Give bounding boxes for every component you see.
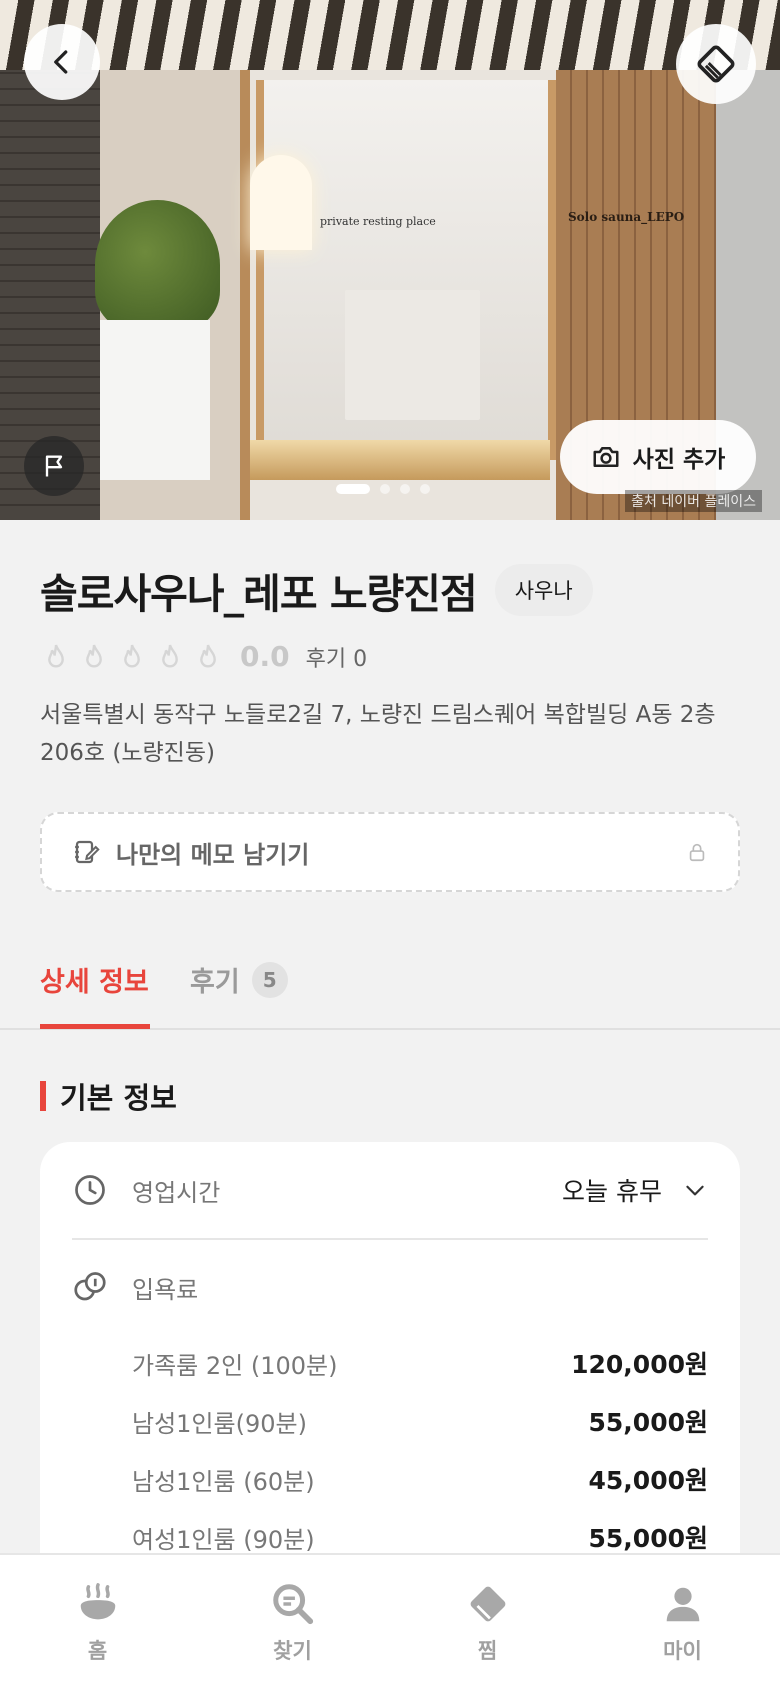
flame-icon	[162, 644, 178, 668]
nav-search[interactable]: 찾기	[195, 1555, 390, 1688]
user-icon	[666, 1587, 699, 1622]
carousel-dot-1	[336, 484, 370, 494]
fee-label: 입욕료	[132, 1275, 199, 1304]
lock-icon	[689, 843, 705, 862]
memo-edit-icon	[75, 840, 100, 864]
fee-name: 가족룸 2인 (100분)	[132, 1351, 338, 1380]
place-title: 솔로사우나_레포 노량진점	[40, 570, 478, 618]
section-title: 기본 정보	[60, 1081, 177, 1115]
flame-icon	[200, 644, 216, 668]
tab-reviews-label: 후기	[190, 967, 240, 998]
search-icon	[272, 1584, 313, 1625]
flame-rating	[40, 641, 224, 673]
nav-saved-label: 찜	[477, 1639, 498, 1663]
nav-saved[interactable]: 찜	[390, 1555, 585, 1688]
fee-name: 남성1인룸 (60분)	[132, 1467, 315, 1496]
business-hours-row[interactable]: 영업시간 오늘 휴무	[72, 1142, 708, 1240]
back-button[interactable]	[24, 24, 100, 100]
hours-value: 오늘 휴무	[562, 1177, 662, 1206]
basic-info-card: 영업시간 오늘 휴무 입욕료 가족룸 2인 (100분) 120,000원 남성…	[40, 1142, 740, 1602]
flame-icon	[48, 644, 64, 668]
nav-home-label: 홈	[87, 1639, 108, 1663]
photo-sign-text: private resting place	[320, 215, 436, 228]
carousel-dot-4	[420, 484, 430, 494]
hot-spring-icon	[80, 1583, 115, 1620]
address: 서울특별시 동작구 노들로2길 7, 노량진 드림스퀘어 복합빌딩 A동 2층 …	[40, 702, 716, 766]
add-photo-label: 사진 추가	[632, 447, 726, 473]
photo-brand-text: Solo sauna_LEPO	[568, 210, 685, 224]
hours-label: 영업시간	[132, 1178, 221, 1207]
fee-name: 여성1인룸 (90분)	[132, 1525, 315, 1554]
active-tab-indicator	[40, 1024, 150, 1029]
rating-score: 0.0	[240, 640, 290, 673]
tab-reviews[interactable]: 후기 5	[190, 960, 288, 999]
chevron-down-icon	[686, 1185, 704, 1196]
chevron-left-icon	[54, 50, 68, 74]
fee-price: 120,000원	[571, 1350, 708, 1379]
fee-row: 남성1인룸(90분) 55,000원	[72, 1392, 708, 1450]
clock-icon	[75, 1175, 105, 1205]
bottom-navigation: 홈 찾기 찜 마이	[0, 1553, 780, 1688]
category-badge: 사우나	[494, 564, 593, 616]
camera-icon	[593, 447, 619, 467]
photo-source-label: 출처 네이버 플레이스	[625, 490, 762, 512]
carousel-dot-3	[400, 484, 410, 494]
section-basic-info: 기본 정보	[40, 1075, 177, 1117]
tag-icon	[470, 1586, 505, 1622]
nav-home[interactable]: 홈	[0, 1555, 195, 1688]
section-accent-bar	[40, 1081, 46, 1111]
tab-detail[interactable]: 상세 정보	[40, 960, 149, 999]
carousel-indicator	[336, 484, 430, 494]
review-count-link[interactable]: 후기 0	[306, 641, 367, 673]
admission-fee-header: 입욕료	[72, 1240, 708, 1334]
memo-label: 나만의 메모 남기기	[116, 840, 310, 869]
flame-icon	[124, 644, 140, 668]
memo-button[interactable]: 나만의 메모 남기기	[40, 812, 740, 892]
fee-row: 남성1인룸 (60분) 45,000원	[72, 1450, 708, 1508]
place-header: 솔로사우나_레포 노량진점 사우나	[40, 560, 593, 620]
nav-search-label: 찾기	[273, 1639, 312, 1663]
carousel-dot-2	[380, 484, 390, 494]
add-photo-button[interactable]: 사진 추가	[560, 420, 756, 494]
nav-my[interactable]: 마이	[585, 1555, 780, 1688]
content-tabs: 상세 정보 후기 5	[0, 940, 780, 1030]
tag-icon	[697, 45, 735, 83]
flag-icon	[45, 455, 63, 477]
save-tag-button[interactable]	[676, 24, 756, 104]
fee-name: 남성1인룸(90분)	[132, 1409, 307, 1438]
review-count-badge: 5	[251, 961, 288, 998]
fee-price: 45,000원	[588, 1466, 708, 1495]
fee-price: 55,000원	[588, 1524, 708, 1553]
nav-my-label: 마이	[663, 1639, 702, 1663]
coin-icon	[74, 1272, 106, 1301]
rating-row: 0.0 후기 0	[40, 640, 367, 673]
fee-price: 55,000원	[588, 1408, 708, 1437]
fee-row: 가족룸 2인 (100분) 120,000원	[72, 1334, 708, 1392]
report-button[interactable]	[24, 436, 84, 496]
flame-icon	[86, 644, 102, 668]
hero-photo-carousel[interactable]: private resting place Solo sauna_LEPO 사진…	[0, 0, 780, 520]
